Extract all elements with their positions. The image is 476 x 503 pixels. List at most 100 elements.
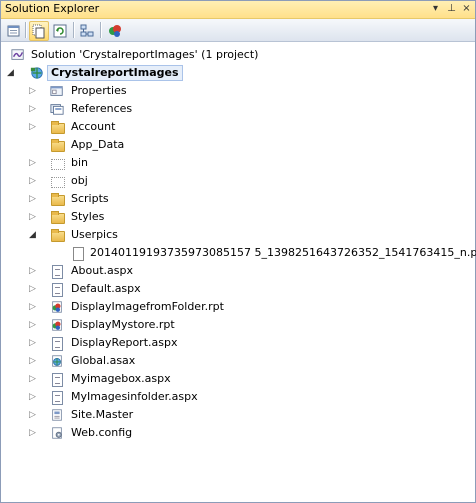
tree-item-about-aspx[interactable]: ▷ About.aspx [1, 262, 471, 280]
title-bar: Solution Explorer ▾ ⊥ × [1, 1, 475, 19]
folder-icon [51, 193, 65, 206]
expand-icon[interactable]: ▷ [28, 316, 37, 334]
toolbar [1, 19, 475, 42]
panel-title: Solution Explorer [5, 2, 100, 15]
expand-icon[interactable]: ▷ [28, 424, 37, 442]
expand-icon[interactable]: ▷ [28, 334, 37, 352]
hidden-folder-icon [51, 177, 65, 188]
collapse-icon[interactable]: ◢ [28, 226, 37, 244]
aspx-file-icon [52, 337, 63, 351]
expand-icon[interactable]: ▷ [28, 208, 37, 226]
hidden-folder-icon [51, 159, 65, 170]
tree-item-references[interactable]: ▷ References [1, 100, 471, 118]
solution-icon [11, 49, 24, 60]
expand-icon[interactable]: ▷ [28, 82, 37, 100]
tree-item-styles[interactable]: ▷ Styles [1, 208, 471, 226]
solution-tree: Solution 'CrystalreportImages' (1 projec… [1, 42, 476, 502]
project-label: CrystalreportImages [47, 65, 183, 81]
tree-item-label: 20140119193735973085157 5_13982516437263… [90, 246, 476, 259]
tree-item-label: DisplayImagefromFolder.rpt [71, 300, 224, 313]
solution-explorer-window: Solution Explorer ▾ ⊥ × Solution 'Crysta… [0, 0, 476, 503]
refresh-icon [53, 24, 67, 38]
properties-folder-icon [50, 86, 63, 96]
expand-icon[interactable]: ▷ [28, 154, 37, 172]
tree-item-global-asax[interactable]: ▷ Global.asax [1, 352, 471, 370]
toolbar-separator [25, 22, 27, 38]
tree-item-label: MyImagesinfolder.aspx [71, 390, 198, 403]
tree-item-displaymystore-rpt[interactable]: ▷ DisplayMystore.rpt [1, 316, 471, 334]
properties-button[interactable] [4, 21, 24, 41]
view-class-diagram-button[interactable] [77, 21, 97, 41]
tree-item-myimagebox-aspx[interactable]: ▷ Myimagebox.aspx [1, 370, 471, 388]
asax-file-icon [52, 355, 62, 367]
tree-item-app-data[interactable]: App_Data [1, 136, 471, 154]
expand-icon[interactable]: ▷ [28, 262, 37, 280]
tree-item-account[interactable]: ▷ Account [1, 118, 471, 136]
expand-icon[interactable]: ▷ [28, 118, 37, 136]
crystal-reports-button[interactable] [105, 21, 125, 41]
close-icon[interactable]: × [460, 2, 473, 15]
aspx-file-icon [52, 283, 63, 297]
tree-item-label: About.aspx [71, 264, 133, 277]
web-project-icon [30, 67, 43, 79]
expand-icon[interactable]: ▷ [28, 352, 37, 370]
refresh-button[interactable] [50, 21, 70, 41]
tree-item-label: Account [71, 120, 116, 133]
tree-item-label: Userpics [71, 228, 118, 241]
tree-item-label: Default.aspx [71, 282, 141, 295]
tree-item-displayimagefromfolder-rpt[interactable]: ▷ DisplayImagefromFolder.rpt [1, 298, 471, 316]
tree-item-obj[interactable]: ▷ obj [1, 172, 471, 190]
expand-icon[interactable]: ▷ [28, 388, 37, 406]
report-file-icon [52, 301, 62, 313]
tree-item-web-config[interactable]: ▷ Web.config [1, 424, 471, 442]
tree-item-label: Styles [71, 210, 105, 223]
tree-item-label: obj [71, 174, 88, 187]
report-file-icon [52, 319, 62, 331]
folder-icon [51, 211, 65, 224]
expand-icon[interactable]: ▷ [28, 190, 37, 208]
pin-icon[interactable]: ⊥ [445, 2, 458, 15]
expand-icon[interactable]: ▷ [28, 406, 37, 424]
solution-label: Solution 'CrystalreportImages' (1 projec… [31, 48, 259, 61]
tree-item-label: bin [71, 156, 89, 169]
tree-item-default-aspx[interactable]: ▷ Default.aspx [1, 280, 471, 298]
tree-row-project[interactable]: ◢ CrystalreportImages [1, 64, 471, 82]
expand-icon[interactable]: ▷ [28, 370, 37, 388]
tree-item-scripts[interactable]: ▷ Scripts [1, 190, 471, 208]
config-file-icon [52, 427, 62, 439]
collapse-icon[interactable]: ◢ [6, 64, 15, 82]
tree-item-png-file[interactable]: 20140119193735973085157 5_13982516437263… [1, 244, 476, 262]
toolbar-separator [100, 22, 102, 38]
show-all-files-button[interactable] [29, 21, 49, 41]
folder-icon [51, 229, 65, 242]
aspx-file-icon [52, 265, 63, 279]
tree-item-properties[interactable]: ▷ Properties [1, 82, 471, 100]
tree-item-label: Properties [71, 84, 127, 97]
aspx-file-icon [52, 373, 63, 387]
tree-item-label: Global.asax [71, 354, 136, 367]
tree-item-label: App_Data [71, 138, 125, 151]
tree-item-label: Site.Master [71, 408, 134, 421]
expand-icon[interactable]: ▷ [28, 172, 37, 190]
tree-item-label: Web.config [71, 426, 133, 439]
expand-icon[interactable]: ▷ [28, 100, 37, 118]
tree-row-solution[interactable]: Solution 'CrystalreportImages' (1 projec… [1, 46, 471, 64]
dropdown-icon[interactable]: ▾ [429, 2, 442, 15]
crystal-reports-icon [109, 25, 121, 37]
tree-item-displayreport-aspx[interactable]: ▷ DisplayReport.aspx [1, 334, 471, 352]
tree-item-site-master[interactable]: ▷ Site.Master [1, 406, 471, 424]
tree-item-label: DisplayMystore.rpt [71, 318, 175, 331]
expand-icon[interactable]: ▷ [28, 280, 37, 298]
tree-item-label: Scripts [71, 192, 109, 205]
tree-item-bin[interactable]: ▷ bin [1, 154, 471, 172]
tree-item-userpics[interactable]: ◢ Userpics [1, 226, 471, 244]
view-class-diagram-icon [80, 24, 94, 37]
master-file-icon [52, 409, 62, 421]
tree-item-label: References [71, 102, 133, 115]
tree-item-myimagesinfolder-aspx[interactable]: ▷ MyImagesinfolder.aspx [1, 388, 471, 406]
expand-icon[interactable]: ▷ [28, 298, 37, 316]
properties-icon [7, 25, 20, 37]
aspx-file-icon [52, 391, 63, 405]
references-icon [50, 104, 64, 115]
folder-icon [51, 139, 65, 152]
